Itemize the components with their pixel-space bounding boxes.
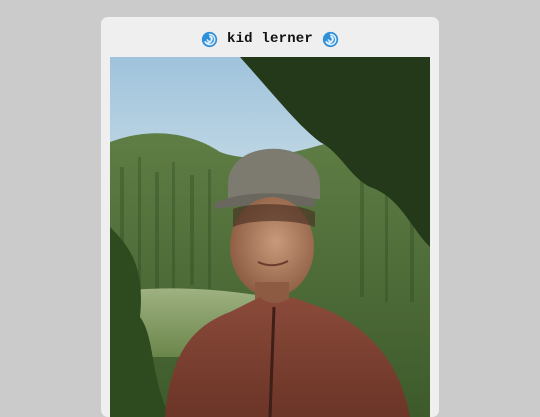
profile-card: kid lerner: [101, 17, 439, 417]
profile-photo-illustration: [110, 57, 430, 417]
profile-header: kid lerner: [101, 29, 439, 49]
profile-photo: [110, 57, 430, 417]
cyclone-icon-left: [201, 31, 218, 47]
profile-name: kid lerner: [226, 31, 313, 47]
cyclone-icon-right: [322, 31, 339, 47]
